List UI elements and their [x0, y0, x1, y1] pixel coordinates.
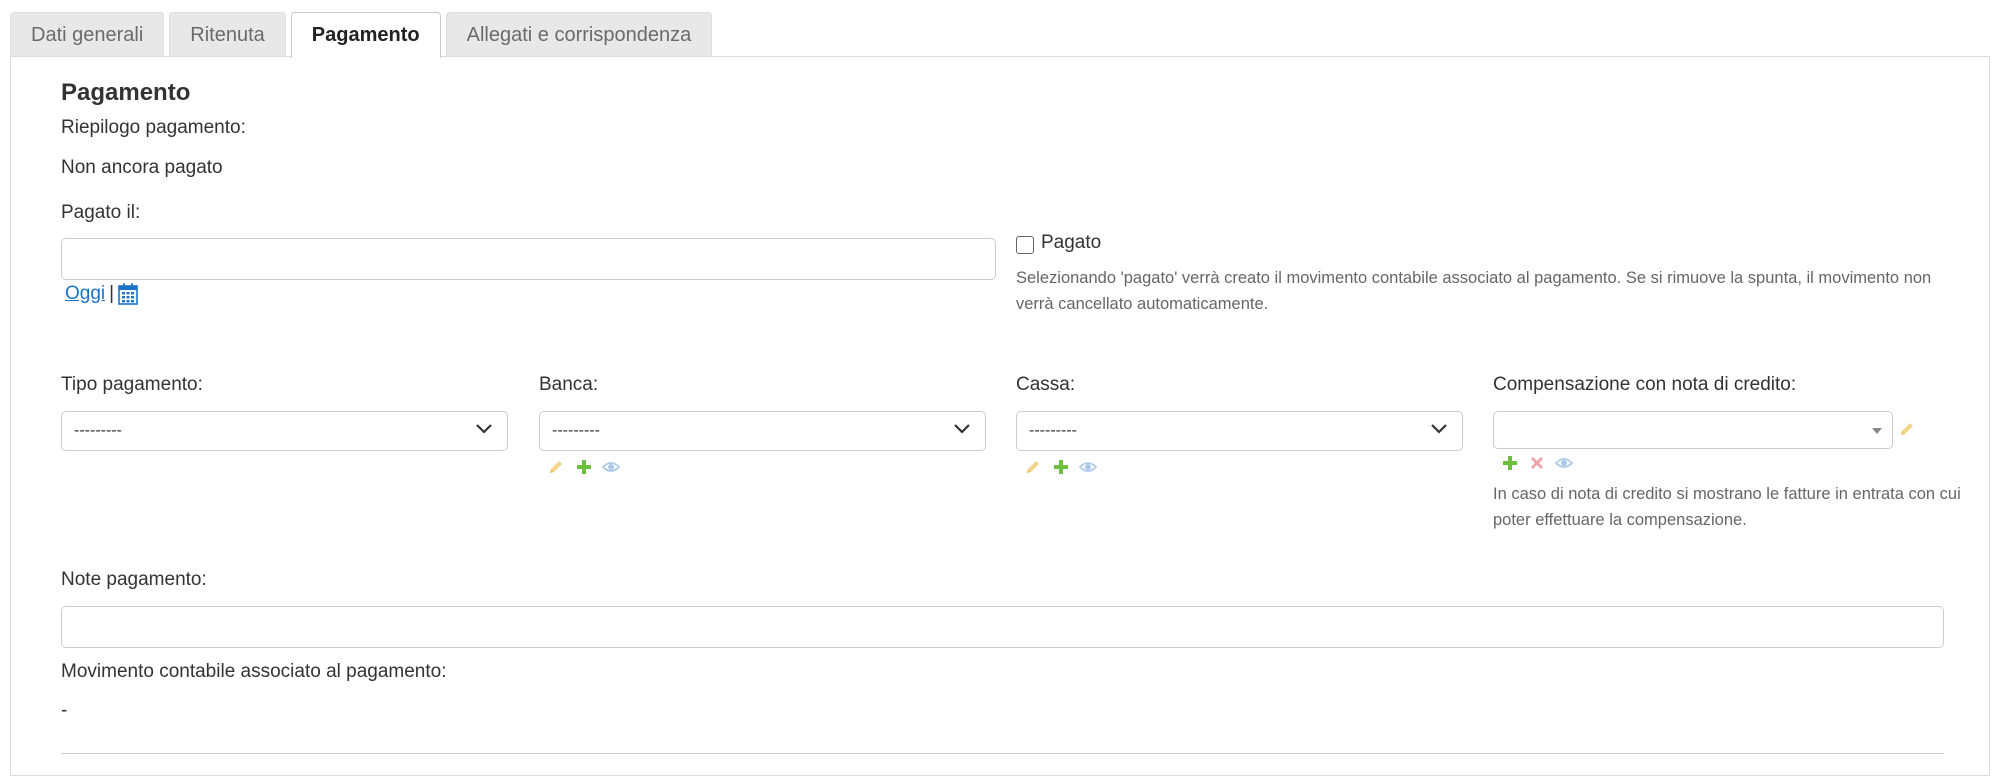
chevron-down-icon — [954, 424, 970, 434]
tab-pagamento[interactable]: Pagamento — [290, 12, 441, 58]
eye-icon[interactable] — [602, 460, 620, 474]
bank-value: --------- — [552, 422, 600, 439]
caret-down-icon — [1872, 428, 1882, 434]
payment-type-value: --------- — [74, 422, 122, 439]
credit-note-select[interactable] — [1493, 411, 1893, 449]
pencil-icon[interactable] — [548, 459, 564, 475]
tab-ritenuta[interactable]: Ritenuta — [169, 12, 286, 56]
tab-allegati[interactable]: Allegati e corrispondenza — [445, 12, 713, 56]
plus-icon[interactable] — [1053, 459, 1069, 475]
accounting-movement-value: - — [61, 700, 68, 721]
chevron-down-icon — [1431, 424, 1447, 434]
date-shortcuts: Oggi | — [65, 283, 138, 305]
paid-checkbox[interactable] — [1016, 236, 1034, 254]
link-separator: | — [109, 283, 115, 304]
tab-dati-generali[interactable]: Dati generali — [10, 12, 165, 56]
today-link[interactable]: Oggi — [65, 283, 105, 305]
summary-label: Riepilogo pagamento: — [61, 117, 246, 138]
cash-value: --------- — [1029, 422, 1077, 439]
delete-icon[interactable] — [1530, 456, 1544, 470]
payment-type-select[interactable]: --------- — [61, 411, 508, 451]
plus-icon[interactable] — [576, 459, 592, 475]
calendar-icon[interactable] — [118, 283, 138, 305]
summary-value: Non ancora pagato — [61, 157, 223, 178]
bank-select[interactable]: --------- — [539, 411, 986, 451]
plus-icon[interactable] — [1502, 455, 1518, 471]
bank-label: Banca: — [539, 374, 599, 395]
accounting-movement-label: Movimento contabile associato al pagamen… — [61, 661, 447, 682]
pencil-icon[interactable] — [1899, 421, 1915, 437]
divider — [61, 753, 1944, 754]
payment-notes-input[interactable] — [61, 606, 1944, 648]
section-title: Pagamento — [61, 79, 191, 106]
payment-panel: Pagamento Riepilogo pagamento: Non ancor… — [10, 56, 1990, 776]
payment-type-label: Tipo pagamento: — [61, 374, 203, 395]
cash-select[interactable]: --------- — [1016, 411, 1463, 451]
payment-notes-label: Note pagamento: — [61, 569, 207, 590]
paid-on-date-input[interactable] — [61, 238, 996, 280]
credit-note-label: Compensazione con nota di credito: — [1493, 374, 1797, 395]
credit-note-help: In caso di nota di credito si mostrano l… — [1493, 485, 1961, 529]
paid-help-text: Selezionando 'pagato' verrà creato il mo… — [1016, 269, 1932, 313]
tab-bar: Dati generali Ritenuta Pagamento Allegat… — [10, 12, 717, 58]
eye-icon[interactable] — [1079, 460, 1097, 474]
pencil-icon[interactable] — [1025, 459, 1041, 475]
paid-checkbox-label[interactable]: Pagato — [1041, 232, 1101, 254]
eye-icon[interactable] — [1555, 456, 1573, 470]
cash-label: Cassa: — [1016, 374, 1076, 395]
chevron-down-icon — [476, 424, 492, 434]
paid-on-label: Pagato il: — [61, 202, 141, 223]
